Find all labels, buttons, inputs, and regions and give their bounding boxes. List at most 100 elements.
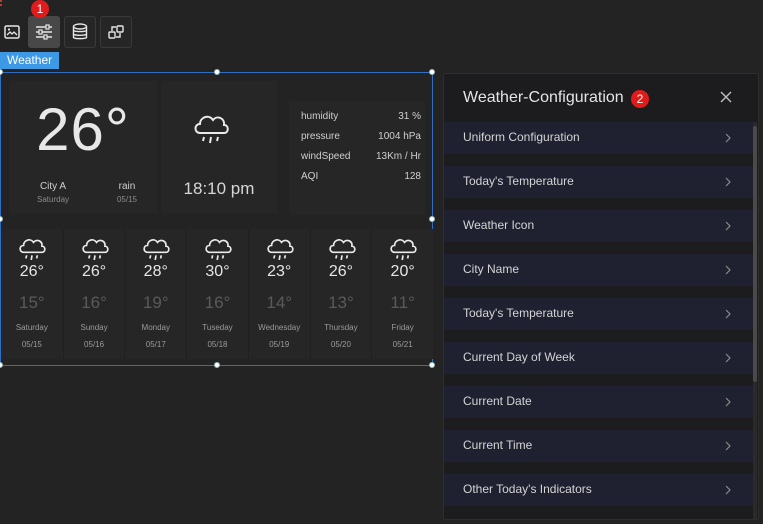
forecast-date: 05/19	[269, 340, 290, 349]
component-tag[interactable]: Weather	[0, 52, 60, 69]
current-date: 05/15	[116, 195, 137, 204]
config-item-label: Today's Temperature	[463, 174, 574, 188]
resize-handle-top-left[interactable]	[0, 69, 3, 75]
resize-handle-right[interactable]	[429, 216, 435, 222]
config-item-label: Uniform Configuration	[463, 130, 580, 144]
config-item-weather-icon[interactable]: Weather Icon	[444, 210, 754, 242]
chevron-right-icon	[725, 485, 731, 495]
resize-handle-top-right[interactable]	[429, 69, 435, 75]
rain-cloud-icon	[194, 115, 229, 144]
forecast-day: 30° 16° Tuseday 05/18	[186, 229, 248, 359]
database-icon	[72, 23, 88, 40]
config-item-label: Current Day of Week	[463, 350, 575, 364]
config-item-label: Weather Icon	[463, 218, 535, 232]
forecast-low: 11°	[390, 293, 415, 312]
interaction-icon	[108, 25, 124, 39]
indicator-value: 13Km / Hr	[375, 151, 421, 162]
forecast-day: 26° 16° Sunday 05/16	[62, 229, 125, 359]
forecast-low: 13°	[328, 293, 354, 312]
current-temperature-panel: 26° City A Saturday rain 05/15	[9, 81, 157, 213]
forecast-date: 05/17	[145, 340, 166, 349]
current-time: 18:10 pm	[183, 179, 255, 198]
resize-handle-bottom[interactable]	[214, 362, 220, 368]
config-item-uniform-configuration[interactable]: Uniform Configuration	[444, 122, 754, 154]
forecast-weekday: Friday	[391, 323, 414, 332]
config-item-label: City Name	[463, 262, 520, 276]
resize-handle-bottom-right[interactable]	[429, 362, 435, 368]
resize-handle-bottom-left[interactable]	[0, 362, 3, 368]
rain-cloud-icon	[19, 239, 46, 261]
forecast-day: 20° 11° Friday 05/21	[371, 229, 434, 359]
rain-cloud-icon	[390, 239, 417, 261]
indicator-row: windSpeed 13Km / Hr	[301, 151, 421, 171]
forecast-date: 05/18	[207, 340, 228, 349]
city-info: City A Saturday rain 05/15	[37, 181, 137, 204]
forecast-low: 16°	[204, 293, 231, 312]
forecast-high: 26°	[81, 263, 107, 280]
forecast-low: 19°	[142, 293, 169, 312]
scrollbar-thumb[interactable]	[753, 126, 757, 382]
style-config-button[interactable]: 1	[28, 0, 60, 48]
indicator-label: AQI	[301, 171, 319, 182]
config-item-city-name[interactable]: City Name	[444, 254, 754, 286]
indicator-value: 31 %	[398, 111, 421, 122]
indicator-label: windSpeed	[301, 151, 351, 162]
forecast-high: 30°	[205, 263, 230, 280]
step-badge-2: 2	[631, 90, 649, 108]
config-header: Weather-Configuration 2	[444, 74, 758, 122]
image-icon	[4, 25, 20, 39]
indicator-row: pressure 1004 hPa	[301, 131, 421, 151]
forecast-weekday: Thursday	[324, 323, 358, 332]
config-item-todays-temperature-2[interactable]: Today's Temperature	[444, 298, 754, 330]
chevron-right-icon	[725, 441, 731, 451]
rain-cloud-icon	[267, 239, 294, 261]
forecast-day: 26° 13° Thursday 05/20	[309, 229, 372, 359]
indicator-label: pressure	[301, 131, 340, 142]
chevron-right-icon	[725, 133, 731, 143]
forecast-date: 05/16	[84, 340, 105, 349]
config-item-label: Current Time	[463, 438, 533, 452]
config-item-label: Today's Temperature	[463, 306, 574, 320]
rain-cloud-icon	[82, 239, 109, 261]
config-item-current-day-of-week[interactable]: Current Day of Week	[444, 342, 754, 374]
forecast-high: 28°	[143, 263, 168, 280]
resize-handle-left[interactable]	[0, 216, 3, 222]
data-source-button[interactable]	[64, 16, 96, 48]
forecast-high: 23°	[267, 263, 292, 280]
forecast-low: 15°	[18, 293, 45, 312]
config-item-current-time[interactable]: Current Time	[444, 430, 754, 462]
indicator-row: humidity 31 %	[301, 111, 421, 131]
forecast-high: 26°	[328, 263, 354, 280]
chevron-right-icon	[725, 221, 731, 231]
close-icon[interactable]	[718, 89, 734, 105]
resize-handle-top[interactable]	[214, 69, 220, 75]
config-item-other-indicators[interactable]: Other Today's Indicators	[444, 474, 754, 506]
forecast-date: 05/21	[392, 340, 413, 349]
forecast-day: 26° 15° Saturday 05/15	[1, 229, 63, 359]
rain-cloud-icon	[143, 239, 171, 261]
rain-cloud-icon	[205, 239, 232, 261]
config-item-label: Other Today's Indicators	[463, 482, 592, 496]
current-weekday: Saturday	[37, 195, 70, 204]
config-item-todays-temperature[interactable]: Today's Temperature	[444, 166, 754, 198]
image-button[interactable]	[0, 16, 24, 48]
weather-condition: rain	[118, 181, 136, 192]
config-title: Weather-Configuration	[463, 89, 624, 106]
config-item-current-date[interactable]: Current Date	[444, 386, 754, 418]
chevron-right-icon	[725, 265, 731, 275]
canvas-guide	[0, 0, 2, 8]
forecast-high: 26°	[19, 263, 44, 280]
toolbar: 1	[0, 0, 132, 49]
forecast-weekday: Saturday	[15, 323, 48, 332]
current-temperature: 26°	[36, 96, 130, 163]
step-badge-1: 1	[31, 0, 49, 18]
indicator-value: 1004 hPa	[378, 131, 421, 142]
weather-widget[interactable]: 26° City A Saturday rain 05/15 18:10 pm …	[0, 69, 435, 368]
forecast-high: 20°	[390, 263, 415, 280]
forecast-low: 16°	[81, 293, 107, 312]
interaction-button[interactable]	[100, 16, 132, 48]
chevron-right-icon	[725, 177, 731, 187]
forecast-day: 28° 19° Monday 05/17	[124, 229, 187, 359]
forecast-low: 14°	[266, 293, 293, 312]
forecast-day: 23° 14° Wednesday 05/19	[247, 229, 310, 359]
